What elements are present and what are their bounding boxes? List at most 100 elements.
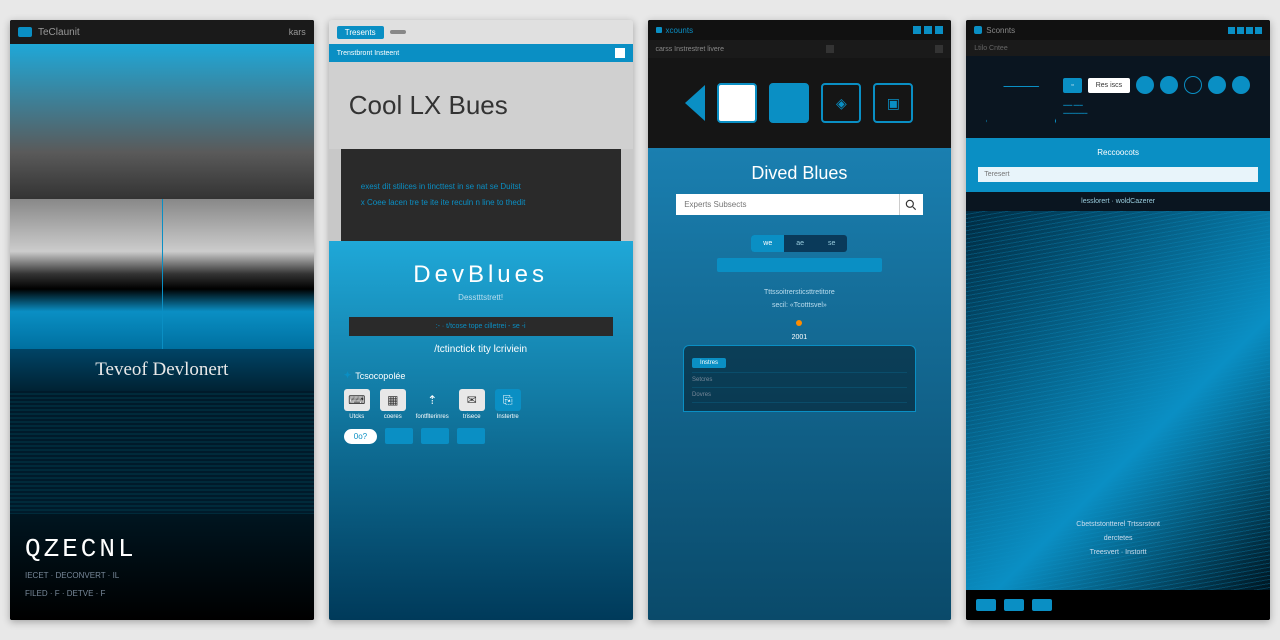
p3-main: Dived Blues we ae se Tttssoitrersticsttr… [648,148,952,620]
tab-group: we ae se [751,235,847,252]
p4-ctrl-4[interactable] [1255,27,1262,34]
hero-tile-1[interactable] [717,83,757,123]
circle-icon-4[interactable] [1208,76,1226,94]
foot-btn-3[interactable] [1032,599,1052,611]
sub-square-icon-2[interactable] [935,45,943,53]
chip-1[interactable]: ▫ [1063,78,1081,93]
ctrl-3[interactable] [935,26,943,34]
list-row-0[interactable]: Instres [692,354,907,373]
path-link[interactable]: /tctinctick tity lcriviein [344,344,618,355]
p4-hero: ▫ Res iscs ━━━ ━━━━━━━━━━━ [966,56,1270,138]
plus-icon[interactable]: ✦ [344,370,352,381]
p3-titlebar: xcounts [648,20,952,40]
icon-person[interactable]: ⇡fontflterinres [416,389,449,420]
blue-section: DevBlues Desstttstrett! :- · t/tcose top… [329,241,633,620]
tab-se[interactable]: se [816,235,847,252]
window-controls [913,26,943,34]
panel-3: xcounts carss Instrestret livere ▪ ◈ ▣ D… [648,20,952,620]
foot-btn-1[interactable] [976,599,996,611]
p4-ctrl-3[interactable] [1246,27,1253,34]
logo-text: QZECNL [25,534,299,564]
footer-block: QZECNL IECET · DECONVERT · IL FILED · F … [10,514,314,620]
foot-btn-2[interactable] [1004,599,1024,611]
ctrl-2[interactable] [924,26,932,34]
circle-icon-5[interactable] [1232,76,1250,94]
dot-icon [656,27,662,33]
tab-ae[interactable]: ae [784,235,816,252]
sub-square-icon[interactable] [826,45,834,53]
icon-copy[interactable]: ⎘Instertre [495,389,521,420]
year-label: 2001 [792,334,808,341]
circle-icon-1[interactable] [1136,76,1154,94]
p4-top-label: Sconnts [986,26,1015,35]
chip-row: ▫ Res iscs [1063,76,1258,94]
p3-top-label: xcounts [666,26,694,35]
search-icon[interactable] [899,194,923,215]
panel-4: Sconnts Ltilo Cntee ▫ Res iscs ━━━ ━━━━━… [966,20,1270,620]
card-line-2: x Coee lacen tre te ite ite reculn n lin… [361,195,601,211]
hero-icons: ▪ ◈ ▣ [648,58,952,148]
p4-titlebar: Sconnts [966,20,1270,40]
tab-active[interactable]: Tresents [337,26,384,39]
tab-inactive[interactable] [390,30,406,34]
icon-keyboard[interactable]: ⌨Utcks [344,389,370,420]
code-card: exest dit stilices in tincttest in se na… [341,149,621,241]
icon-grid[interactable]: ▦coeres [380,389,406,420]
person-icon: ⇡ [419,389,445,411]
pill-button[interactable]: 0o? [344,429,377,444]
navbar: Trenstbront Insteent [329,44,633,62]
icon-mail[interactable]: ✉trisece [459,389,485,420]
titlebar-right-label: kars [289,27,306,37]
small-text: Tttssoitrersticsttretitore secil: «Tcott… [764,287,835,312]
p4-badge-icon [974,26,982,34]
app-title: TeClaunit [38,27,80,38]
btn-3[interactable] [457,428,485,444]
search-bar [676,194,922,215]
back-arrow-icon[interactable] [685,85,705,121]
nav-label: Trenstbront Insteent [337,50,399,57]
panel1-title: Teveof Devlonert [10,349,314,391]
search-input[interactable] [676,194,898,215]
brand-subtitle: Desstttstrett! [344,293,618,302]
meta-text: lesslorert · woldCazerer [966,192,1270,211]
panel-2: Tresents Trenstbront Insteent Cool LX Bu… [329,20,633,620]
p4-ctrl-2[interactable] [1237,27,1244,34]
card-line-1: exest dit stilices in tincttest in se na… [361,179,601,195]
hero-tile-3[interactable]: ◈ [821,83,861,123]
list-row-1[interactable]: Setcres [692,373,907,388]
circle-icon-2[interactable] [1160,76,1178,94]
chip-2[interactable]: Res iscs [1088,78,1130,93]
keyboard-icon: ⌨ [344,389,370,411]
footer-line-2: FILED · F · DETVE · F [25,588,299,600]
grid-icon: ▦ [380,389,406,411]
band-input[interactable] [978,167,1258,182]
tab-we[interactable]: we [751,235,784,252]
hero-tile-2[interactable]: ▪ [769,83,809,123]
command-bar: :- · t/tcose tope cilletrei - se -i [349,317,613,336]
titlebar: TeClaunit kars [10,20,314,44]
p3-subbar: carss Instrestret livere [648,40,952,58]
nav-square-icon[interactable] [615,48,625,58]
gradient-swatch [10,199,314,349]
wave-text: Cbetststontterel Trtssrstont derctetes T… [966,518,1270,560]
wide-button[interactable] [717,258,881,272]
breadcrumb: carss Instrestret livere [656,46,724,53]
p4-ctrl-1[interactable] [1228,27,1235,34]
footer-label: ✦ Tcsocopolée [344,370,618,381]
pin-icon [796,320,802,326]
footer-line-1: IECET · DECONVERT · IL [25,570,299,582]
panel2-footer: ✦ Tcsocopolée ⌨Utcks ▦coeres ⇡fontflteri… [344,370,618,444]
list-box: Instres Setcres Dovres [683,345,916,412]
wave-area: Cbetststontterel Trtssrstont derctetes T… [966,211,1270,590]
list-row-2[interactable]: Dovres [692,388,907,403]
hero-tile-4[interactable]: ▣ [873,83,913,123]
panel-1: TeClaunit kars Teveof Devlonert QZECNL I… [10,20,314,620]
copy-icon: ⎘ [495,389,521,411]
ctrl-1[interactable] [913,26,921,34]
bottom-row: 0o? [344,428,618,444]
circle-icon-3[interactable] [1184,76,1202,94]
p4-subbar: Ltilo Cntee [966,40,1270,56]
btn-2[interactable] [421,428,449,444]
btn-1[interactable] [385,428,413,444]
tabbar: Tresents [329,20,633,44]
